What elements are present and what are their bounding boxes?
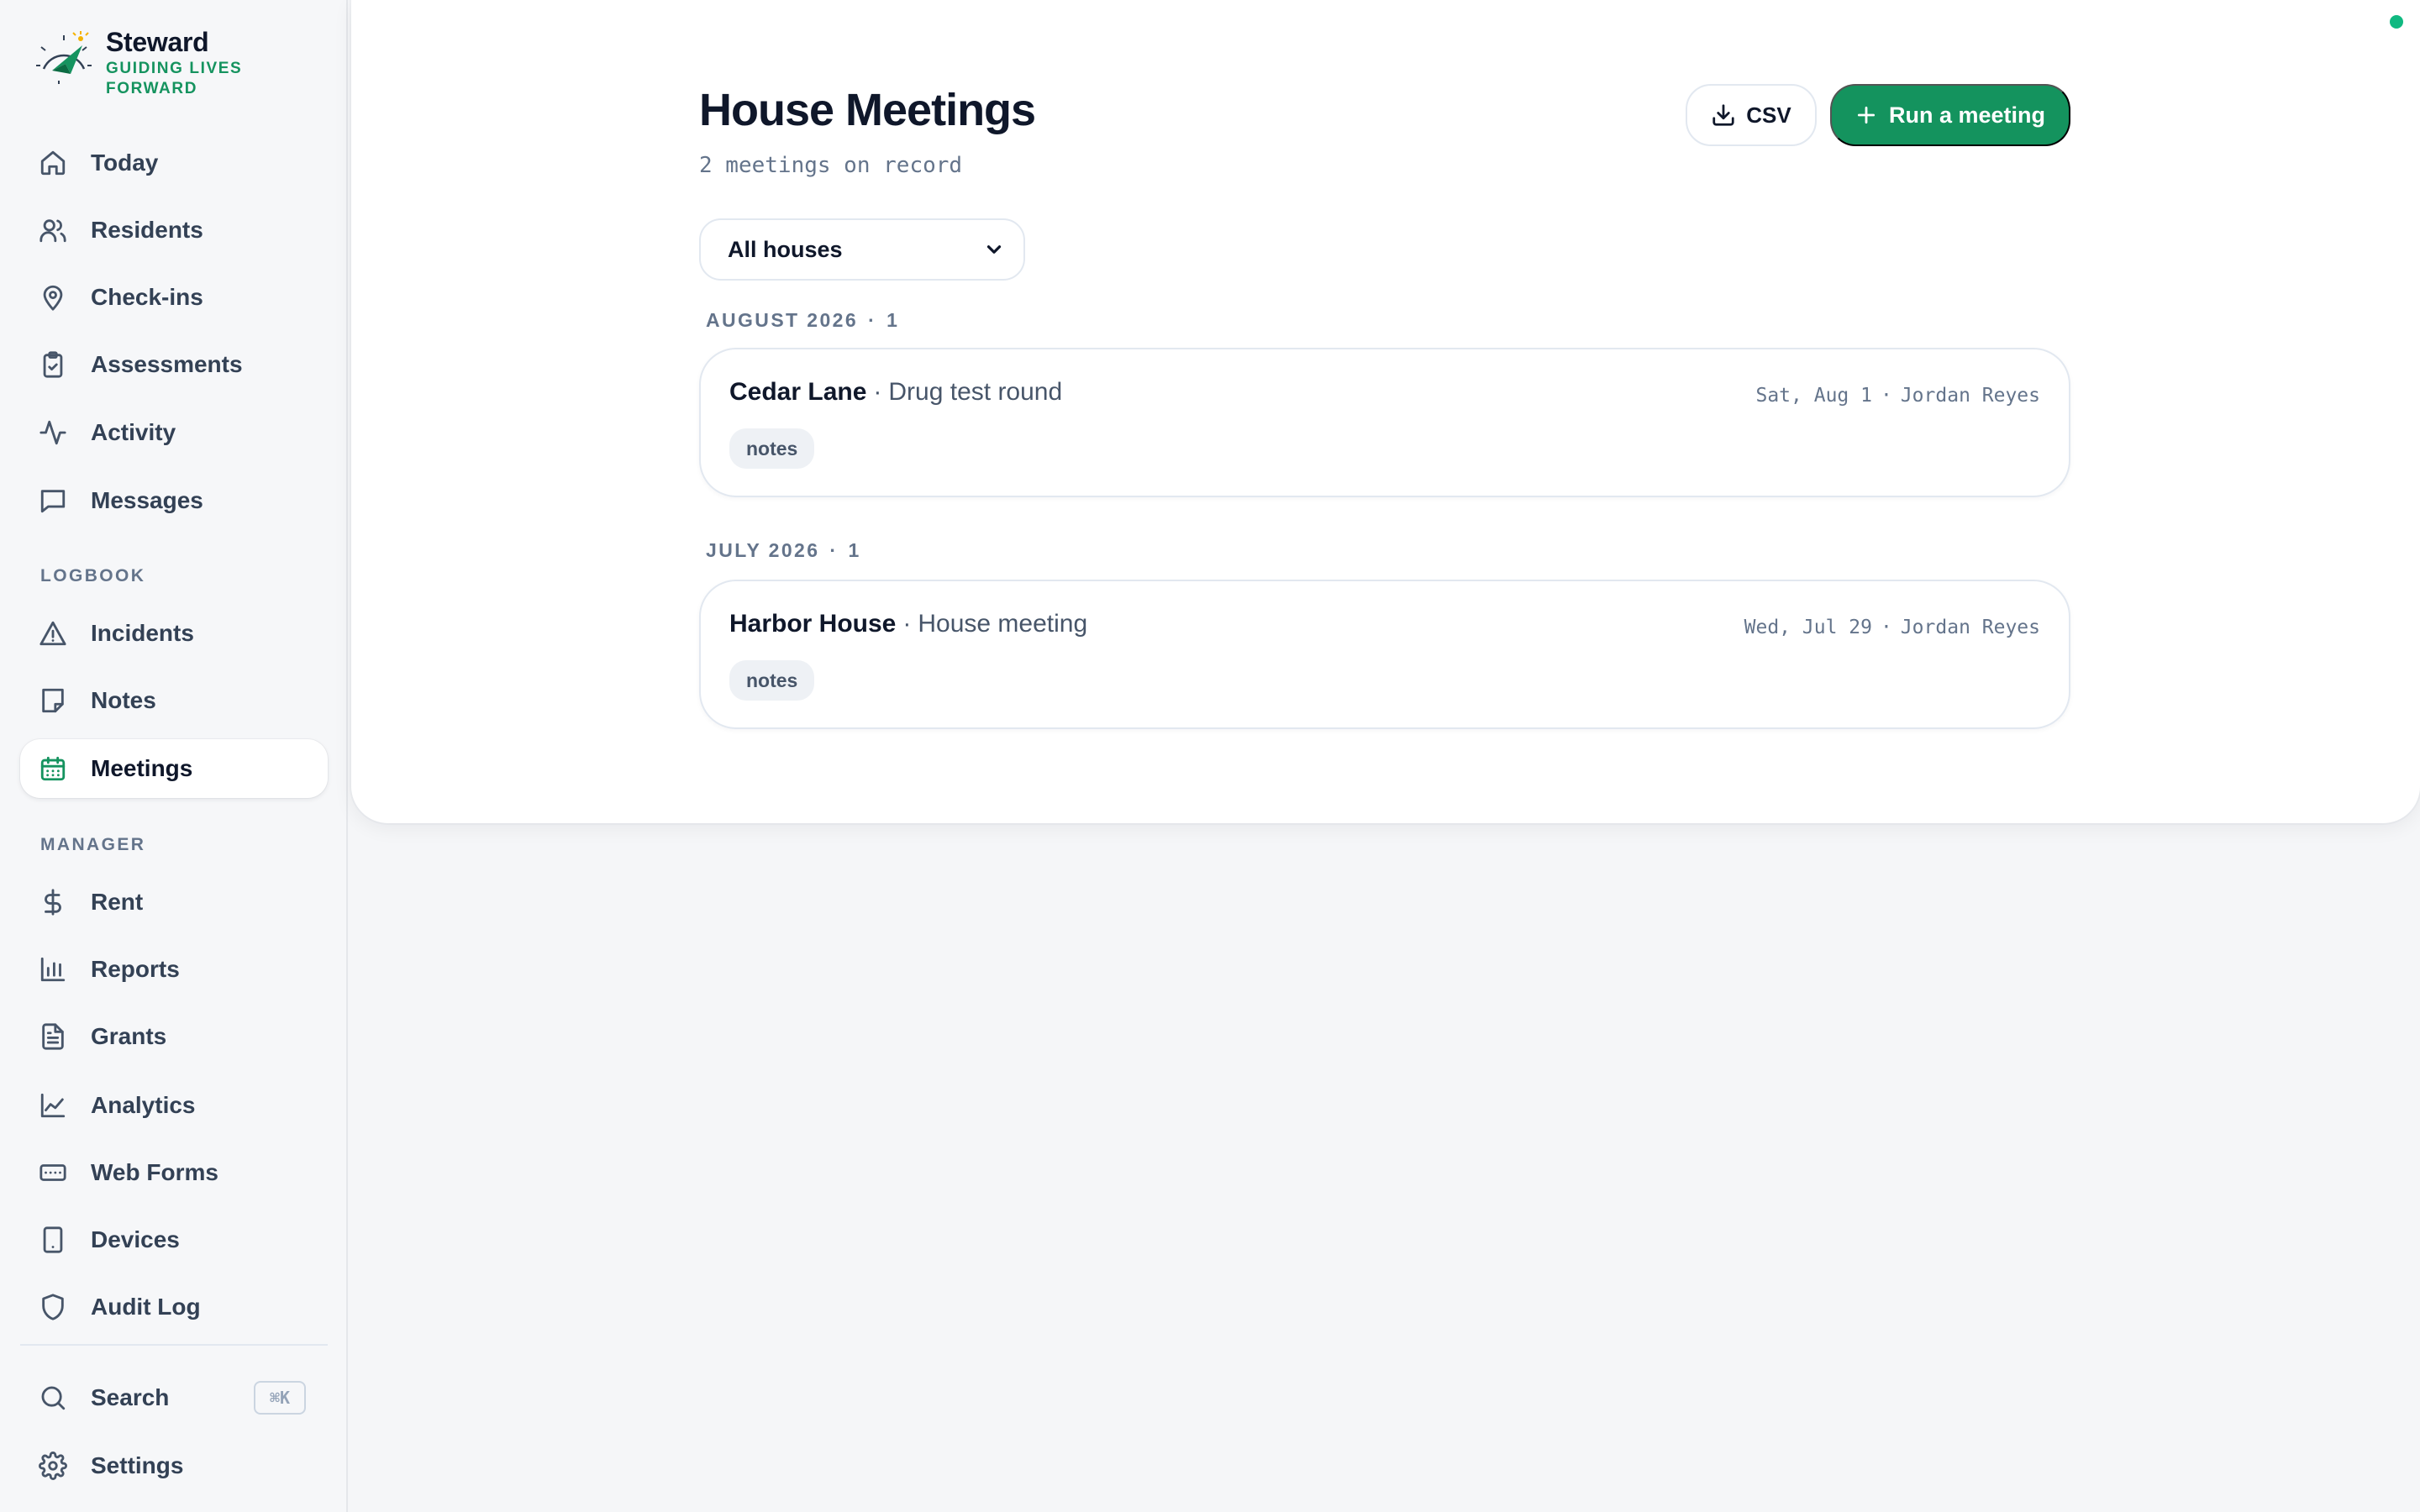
notes-tag: notes [729, 428, 815, 469]
users-icon [39, 216, 67, 244]
sidebar-item-label: Messages [91, 487, 203, 513]
gear-icon [39, 1452, 67, 1480]
sidebar-item-activity[interactable]: Activity [20, 403, 328, 462]
sidebar-item-label: Assessments [91, 351, 243, 377]
sidebar-item-label: Today [91, 150, 159, 176]
house-filter-value: All houses [728, 236, 843, 262]
calendar-icon [39, 754, 67, 783]
month-label: AUGUST 2026 [706, 309, 859, 331]
sidebar-item-label: Search [91, 1384, 170, 1410]
meeting-house: Harbor House [729, 610, 897, 638]
month-count: 1 [848, 539, 861, 561]
sidebar-item-label: Reports [91, 956, 180, 982]
meeting-date: Sat, Aug 1 [1755, 385, 1872, 407]
search-icon [39, 1383, 67, 1412]
sidebar-item-label: Devices [91, 1226, 180, 1252]
sidebar-item-label: Incidents [91, 620, 194, 646]
sidebar-item-label: Audit Log [91, 1294, 201, 1320]
map-pin-icon [39, 283, 67, 312]
activity-icon [39, 418, 67, 447]
sidebar-item-label: Check-ins [91, 284, 203, 310]
line-chart-icon [39, 1091, 67, 1120]
sidebar-item-meetings[interactable]: Meetings [20, 739, 328, 798]
download-icon [1712, 104, 1734, 126]
sidebar-item-devices[interactable]: Devices [20, 1210, 328, 1269]
house-filter-select[interactable]: All houses [699, 218, 1025, 281]
export-csv-button[interactable]: CSV [1686, 84, 1817, 146]
sidebar-item-label: Web Forms [91, 1159, 218, 1185]
meeting-house: Cedar Lane [729, 378, 867, 406]
meeting-type: House meeting [918, 610, 1088, 638]
chevron-down-icon [983, 239, 1005, 260]
meeting-meta: Sat, Aug 1 · Jordan Reyes [1755, 385, 2040, 407]
sidebar-item-label: Grants [91, 1023, 167, 1049]
form-input-icon [39, 1158, 67, 1187]
clipboard-check-icon [39, 350, 67, 379]
sidebar-item-label: Residents [91, 217, 203, 243]
alert-triangle-icon [39, 619, 67, 648]
bar-chart-icon [39, 955, 67, 984]
sidebar-item-messages[interactable]: Messages [20, 471, 328, 530]
sidebar-item-incidents[interactable]: Incidents [20, 604, 328, 663]
sidebar-item-reports[interactable]: Reports [20, 940, 328, 999]
sidebar-item-assessments[interactable]: Assessments [20, 335, 328, 394]
app-window: Steward GUIDING LIVES FORWARD Today Resi… [0, 0, 2420, 1512]
sidebar-item-residents[interactable]: Residents [20, 201, 328, 260]
run-meeting-button[interactable]: Run a meeting [1830, 84, 2070, 146]
meeting-leader: Jordan Reyes [1900, 385, 2040, 407]
sidebar-item-rent[interactable]: Rent [20, 873, 328, 932]
month-group-label: JULY 2026 · 1 [706, 539, 861, 561]
sidebar-item-analytics[interactable]: Analytics [20, 1076, 328, 1135]
tablet-icon [39, 1226, 67, 1254]
meeting-card[interactable]: Cedar Lane · Drug test round Sat, Aug 1 · Jo… [699, 348, 2070, 497]
section-label-logbook: LOGBOOK [40, 566, 146, 585]
sidebar-item-label: Analytics [91, 1092, 196, 1118]
sidebar-item-label: Meetings [91, 755, 193, 781]
sidebar-item-label: Settings [91, 1452, 184, 1478]
keyboard-shortcut-badge: ⌘K [254, 1381, 306, 1415]
message-square-icon [39, 486, 67, 515]
sidebar-item-label: Notes [91, 687, 156, 713]
sidebar-item-audit-log[interactable]: Audit Log [20, 1278, 328, 1336]
plus-icon [1857, 106, 1876, 124]
notes-tag: notes [729, 660, 815, 701]
sticky-note-icon [39, 686, 67, 715]
meeting-meta: Wed, Jul 29 · Jordan Reyes [1744, 617, 2040, 638]
csv-label: CSV [1746, 102, 1791, 128]
month-group-label: AUGUST 2026 · 1 [706, 309, 900, 331]
compass-logo-icon [34, 29, 94, 89]
sidebar-item-grants[interactable]: Grants [20, 1007, 328, 1066]
meeting-title: Cedar Lane · Drug test round [729, 378, 1063, 406]
sidebar-item-web-forms[interactable]: Web Forms [20, 1143, 328, 1202]
sidebar-item-notes[interactable]: Notes [20, 671, 328, 730]
home-icon [39, 149, 67, 177]
sidebar-item-search[interactable]: Search ⌘K [20, 1368, 328, 1427]
sidebar-item-today[interactable]: Today [20, 134, 328, 192]
sidebar-divider [20, 1344, 328, 1346]
dollar-sign-icon [39, 888, 67, 916]
sidebar-item-label: Activity [91, 419, 176, 445]
month-label: JULY 2026 [706, 539, 820, 561]
month-count: 1 [886, 309, 900, 331]
sidebar: Steward GUIDING LIVES FORWARD Today Resi… [0, 0, 348, 1512]
shield-icon [39, 1293, 67, 1321]
online-status-indicator [2390, 15, 2403, 29]
meeting-leader: Jordan Reyes [1900, 617, 2040, 638]
meeting-count: 2 meetings on record [699, 153, 963, 178]
sidebar-item-label: Rent [91, 889, 144, 915]
meeting-type: Drug test round [888, 378, 1063, 406]
brand-name: Steward [106, 27, 209, 57]
page-title: House Meetings [699, 85, 1036, 135]
brand-tagline: GUIDING LIVES FORWARD [106, 60, 243, 97]
sidebar-item-check-ins[interactable]: Check-ins [20, 268, 328, 327]
brand[interactable]: Steward GUIDING LIVES FORWARD [34, 25, 319, 101]
meeting-date: Wed, Jul 29 [1744, 617, 1872, 638]
meeting-card[interactable]: Harbor House · House meeting Wed, Jul 29 · J… [699, 580, 2070, 729]
run-meeting-label: Run a meeting [1888, 102, 2046, 128]
sidebar-item-settings[interactable]: Settings [20, 1436, 328, 1495]
file-text-icon [39, 1022, 67, 1051]
meeting-title: Harbor House · House meeting [729, 610, 1088, 638]
section-label-manager: MANAGER [40, 835, 146, 854]
